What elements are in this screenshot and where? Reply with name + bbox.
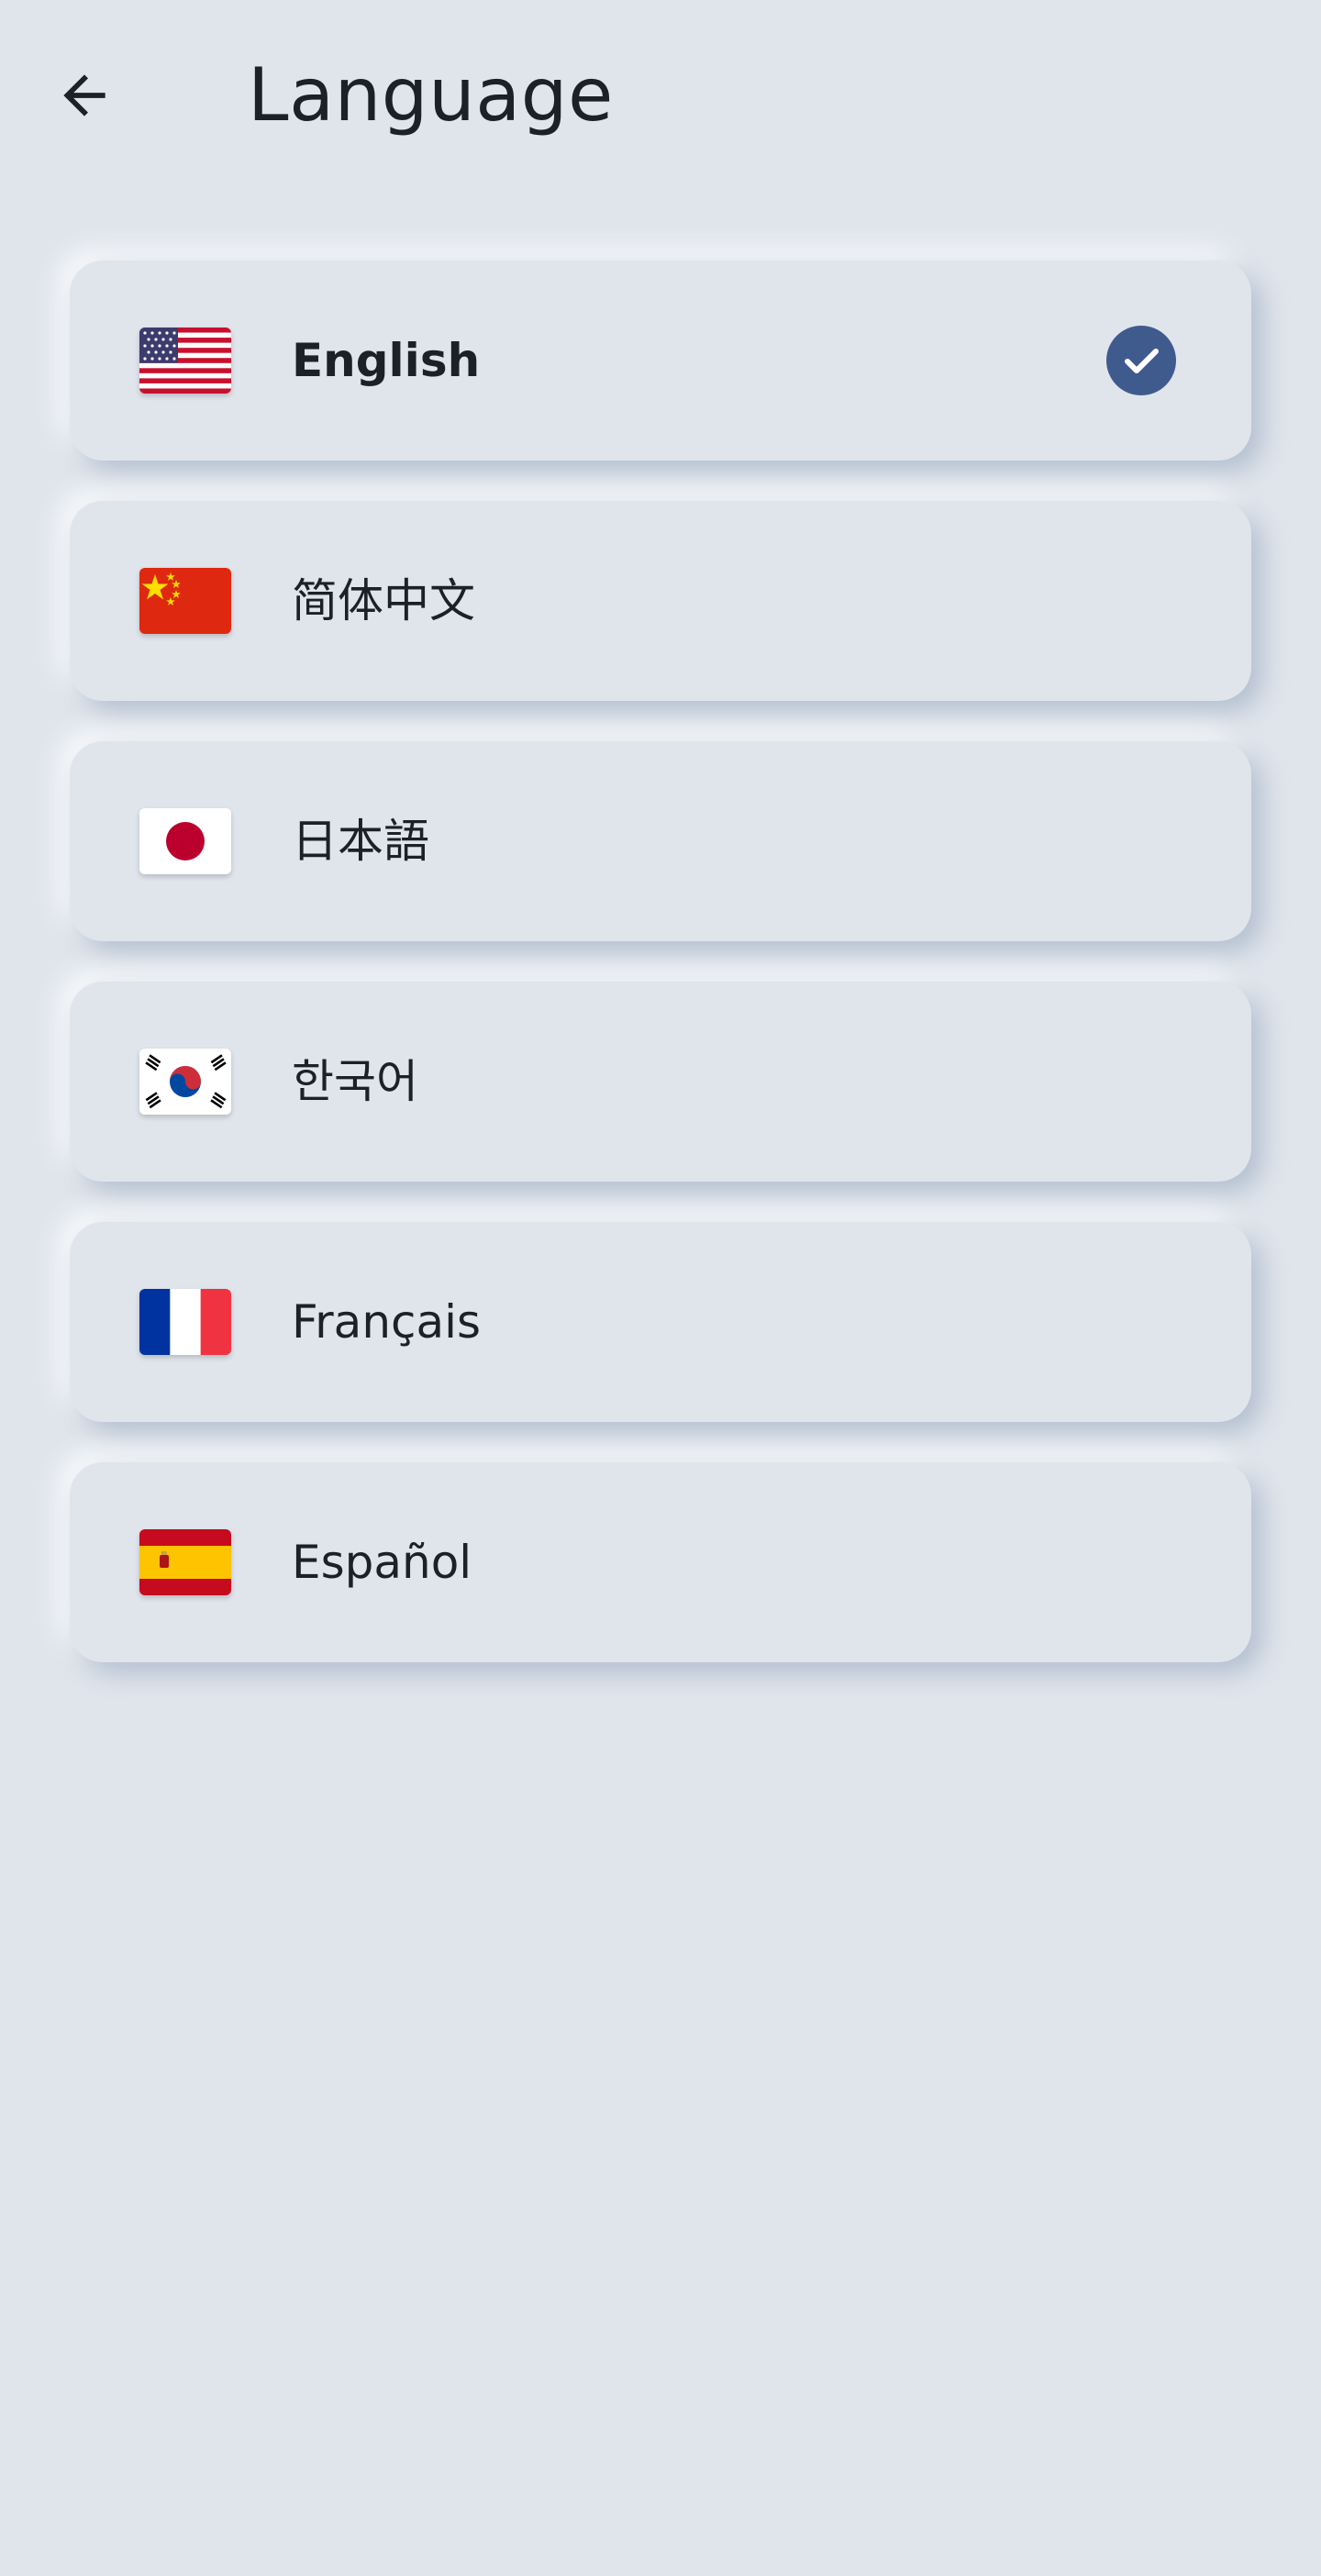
language-option-korean[interactable]: 한국어 [70,982,1251,1182]
language-option-spanish[interactable]: Español [70,1462,1251,1662]
spain-flag-icon [139,1529,231,1595]
us-flag-icon [139,328,231,394]
language-label: 日本語 [292,815,429,868]
language-label: English [292,334,481,387]
arrow-left-icon [53,64,116,127]
language-label: 简体中文 [292,574,475,627]
language-label: 한국어 [292,1055,418,1108]
language-label: Español [292,1536,472,1589]
language-option-japanese[interactable]: 日本語 [70,741,1251,941]
language-option-french[interactable]: Français [70,1222,1251,1422]
app-bar: Language [0,0,1321,193]
language-list: English 简体中文 日本語 한국어 Français Español [70,261,1251,1703]
china-flag-icon [139,568,231,634]
france-flag-icon [139,1289,231,1355]
korea-flag-icon [139,1049,231,1115]
back-button[interactable] [53,57,141,134]
language-label: Français [292,1295,482,1349]
language-option-simplified-chinese[interactable]: 简体中文 [70,501,1251,701]
page-title: Language [248,52,614,138]
japan-flag-icon [139,808,231,874]
check-circle-icon [1106,326,1176,395]
language-option-english[interactable]: English [70,261,1251,461]
